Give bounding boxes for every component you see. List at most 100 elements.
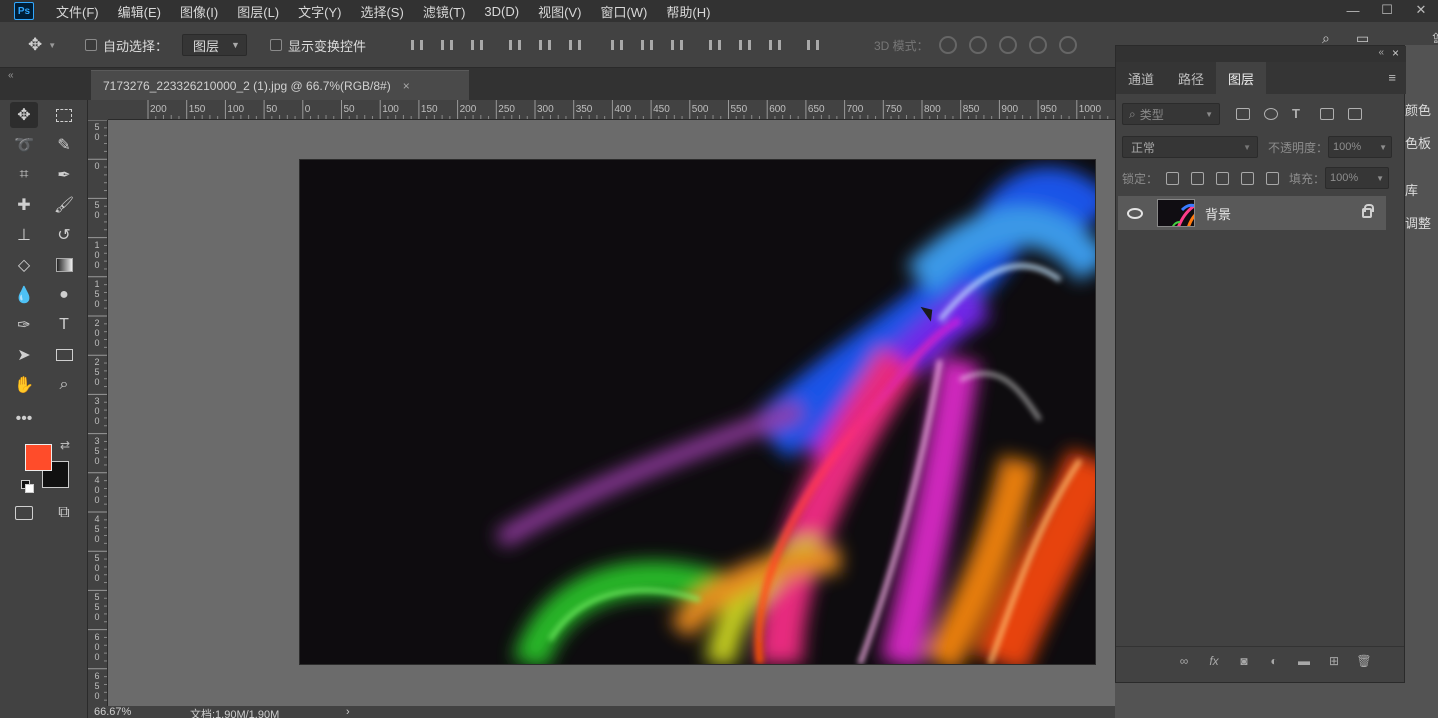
menu-edit[interactable]: 编辑(E) <box>118 2 161 21</box>
show-transform-checkbox[interactable] <box>270 39 282 51</box>
distribute-top-icon[interactable] <box>608 37 626 53</box>
marquee-tool-icon[interactable] <box>50 102 78 128</box>
distribute-bottom-icon[interactable] <box>668 37 686 53</box>
distribute-right-icon[interactable] <box>766 37 784 53</box>
new-layer-icon[interactable]: ⊞ <box>1326 654 1342 668</box>
auto-align-icon[interactable] <box>804 37 822 53</box>
menu-file[interactable]: 文件(F) <box>56 2 99 21</box>
new-group-folder-icon[interactable]: ▬ <box>1296 654 1312 668</box>
3d-slide-icon[interactable] <box>1028 36 1047 54</box>
tab-layers[interactable]: 图层 <box>1216 62 1267 94</box>
type-tool-icon[interactable]: T <box>50 312 78 338</box>
align-hcenter-icon[interactable] <box>536 37 554 53</box>
show-transform-control[interactable]: 显示变换控件 <box>270 22 366 68</box>
3d-rotate-icon[interactable] <box>938 36 957 54</box>
zoom-level[interactable]: 66.67% <box>94 706 131 718</box>
crop-tool-icon[interactable]: ⌗ <box>10 162 38 188</box>
maximize-icon[interactable]: ☐ <box>1370 0 1404 20</box>
panel-menu-icon[interactable]: ≡ <box>1388 70 1396 85</box>
close-icon[interactable]: ✕ <box>1404 0 1438 20</box>
menu-view[interactable]: 视图(V) <box>538 2 581 21</box>
swatches-panel-tab[interactable]: 色板 <box>1405 133 1431 152</box>
add-mask-icon[interactable]: ◙ <box>1236 654 1252 668</box>
filter-pixel-icon[interactable] <box>1236 108 1250 120</box>
menu-select[interactable]: 选择(S) <box>360 2 403 21</box>
lock-artboard-icon[interactable] <box>1241 171 1255 185</box>
more-tools-icon[interactable]: ••• <box>10 406 38 432</box>
3d-pan-icon[interactable] <box>998 36 1017 54</box>
distribute-hcenter-icon[interactable] <box>736 37 754 53</box>
foreground-color-swatch[interactable] <box>25 444 52 471</box>
auto-select-checkbox[interactable] <box>85 39 97 51</box>
rectangle-tool-icon[interactable] <box>50 342 78 368</box>
opacity-field[interactable]: 100% ▼ <box>1328 136 1393 158</box>
horizontal-ruler[interactable]: 200 150 100 50 0 50 100 150 200 250 300 350 400 450 50… <box>108 100 1115 120</box>
move-tool-icon[interactable]: ✥ <box>10 102 38 128</box>
status-arrow-icon[interactable]: › <box>346 706 350 718</box>
align-vcenter-icon[interactable] <box>438 37 456 53</box>
adjustments-panel-tab[interactable]: 调整 <box>1405 213 1431 232</box>
minimize-icon[interactable]: — <box>1336 0 1370 20</box>
pen-tool-icon[interactable]: ✑ <box>10 312 38 338</box>
menu-3d[interactable]: 3D(D) <box>484 4 519 19</box>
layer-row[interactable]: 背景 <box>1118 196 1386 230</box>
delete-layer-trash-icon[interactable]: 🗑 <box>1356 654 1372 668</box>
document-info[interactable]: 文档:1.90M/1.90M <box>190 706 279 718</box>
menu-layer[interactable]: 图层(L) <box>237 2 279 21</box>
screen-mode-icon[interactable]: ⧉ <box>50 500 78 526</box>
close-tab-icon[interactable]: × <box>403 79 410 93</box>
lock-all-icon[interactable] <box>1266 171 1280 185</box>
path-selection-tool-icon[interactable]: ➤ <box>10 342 38 368</box>
blend-mode-dropdown[interactable]: 正常 ▼ <box>1122 136 1258 158</box>
auto-select-target-dropdown[interactable]: 图层 ▼ <box>182 34 247 56</box>
menu-image[interactable]: 图像(I) <box>180 2 218 21</box>
healing-brush-tool-icon[interactable]: ✚ <box>10 192 38 218</box>
canvas-area[interactable] <box>108 120 1115 708</box>
layer-filter-dropdown[interactable]: ⌕ 类型 ▼ <box>1122 103 1220 125</box>
align-left-icon[interactable] <box>506 37 524 53</box>
align-right-icon[interactable] <box>566 37 584 53</box>
zoom-tool-icon[interactable]: ⌕ <box>50 372 78 398</box>
brush-tool-icon[interactable]: 🖌 <box>50 192 78 218</box>
layer-name[interactable]: 背景 <box>1205 204 1231 223</box>
3d-roll-icon[interactable] <box>968 36 987 54</box>
libraries-panel-tab[interactable]: 库 <box>1405 180 1418 199</box>
visibility-eye-icon[interactable] <box>1118 196 1152 230</box>
filter-type-icon[interactable]: T <box>1292 107 1306 120</box>
eyedropper-tool-icon[interactable]: ✒ <box>50 162 78 188</box>
menu-filter[interactable]: 滤镜(T) <box>423 2 466 21</box>
quick-selection-tool-icon[interactable]: ✎ <box>50 132 78 158</box>
menu-window[interactable]: 窗口(W) <box>600 2 647 21</box>
fill-field[interactable]: 100% ▼ <box>1325 167 1390 189</box>
ruler-origin[interactable] <box>88 100 108 120</box>
collapse-panel-icon[interactable]: « <box>1378 47 1384 58</box>
document-tab[interactable]: 7173276_223326210000_2 (1).jpg @ 66.7%(R… <box>91 70 469 100</box>
distribute-left-icon[interactable] <box>706 37 724 53</box>
gradient-tool-icon[interactable] <box>50 252 78 278</box>
lock-image-icon[interactable] <box>1191 171 1205 185</box>
lock-position-icon[interactable] <box>1216 171 1230 185</box>
clone-stamp-tool-icon[interactable]: ⊥ <box>10 222 38 248</box>
3d-scale-icon[interactable] <box>1058 36 1077 54</box>
hand-tool-icon[interactable]: ✋ <box>10 372 38 398</box>
tab-paths[interactable]: 路径 <box>1166 62 1216 94</box>
layer-style-fx-icon[interactable]: fx <box>1206 654 1222 668</box>
tab-channels[interactable]: 通道 <box>1116 62 1166 94</box>
quick-mask-icon[interactable] <box>10 500 38 526</box>
link-layers-icon[interactable]: ∞ <box>1176 654 1192 668</box>
filter-shape-icon[interactable] <box>1320 108 1334 120</box>
dodge-tool-icon[interactable]: ● <box>50 282 78 308</box>
collapse-toolbar-icon[interactable]: « <box>8 70 14 81</box>
lasso-tool-icon[interactable]: ➰ <box>10 132 38 158</box>
distribute-vcenter-icon[interactable] <box>638 37 656 53</box>
swap-colors-icon[interactable]: ⇄ <box>60 438 70 452</box>
menu-type[interactable]: 文字(Y) <box>298 2 341 21</box>
align-top-icon[interactable] <box>408 37 426 53</box>
move-tool-preset[interactable]: ✥ ▼ <box>28 22 56 68</box>
history-brush-tool-icon[interactable]: ↺ <box>50 222 78 248</box>
auto-select-control[interactable]: 自动选择： <box>85 22 168 68</box>
document-image[interactable] <box>300 160 1095 664</box>
vertical-ruler[interactable]: 5 0 0 5 0 1 0 0 1 5 0 2 0 0 2 5 0 3 0 0 3 5 0 4 0… <box>88 120 108 708</box>
filter-smart-object-icon[interactable] <box>1348 108 1362 120</box>
lock-transparent-icon[interactable] <box>1166 171 1180 185</box>
